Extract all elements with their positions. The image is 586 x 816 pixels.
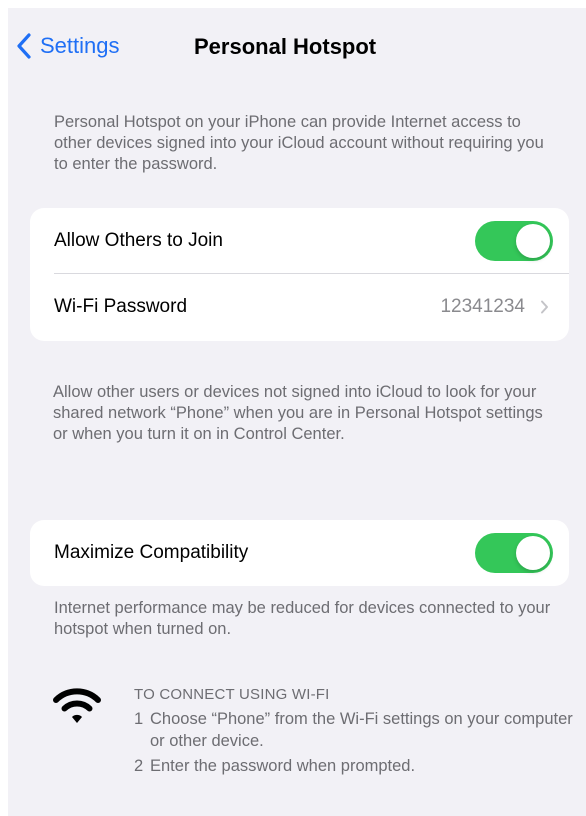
instruction-step: 1 Choose “Phone” from the Wi-Fi settings… — [134, 708, 574, 752]
settings-screen: Settings Personal Hotspot Personal Hotsp… — [8, 8, 586, 816]
allow-others-toggle[interactable] — [475, 221, 553, 261]
step-number: 2 — [134, 757, 144, 775]
allow-others-row: Allow Others to Join — [30, 208, 569, 274]
connect-heading: TO CONNECT USING WI-FI — [134, 686, 330, 703]
chevron-left-icon — [17, 33, 31, 59]
page-title: Personal Hotspot — [194, 34, 377, 59]
compatibility-group: Maximize Compatibility — [30, 520, 569, 586]
hotspot-settings-group: Allow Others to Join Wi-Fi Password 1234… — [30, 208, 569, 341]
connect-instructions: TO CONNECT USING WI-FI 1 Choose “Phone” … — [134, 684, 574, 780]
maximize-compatibility-row: Maximize Compatibility — [30, 520, 569, 586]
wifi-icon — [53, 688, 101, 723]
step-text: Enter the password when prompted. — [150, 757, 416, 775]
intro-description: Personal Hotspot on your iPhone can prov… — [54, 113, 544, 173]
maximize-compatibility-toggle[interactable] — [475, 533, 553, 573]
wifi-password-label: Wi-Fi Password — [54, 296, 188, 317]
navigation-bar: Settings Personal Hotspot — [8, 28, 586, 68]
allow-others-label: Allow Others to Join — [54, 230, 223, 251]
back-button[interactable]: Settings — [16, 28, 120, 64]
wifi-password-row[interactable]: Wi-Fi Password 12341234 — [30, 274, 569, 340]
wifi-password-value: 12341234 — [440, 296, 525, 317]
instruction-step: 2 Enter the password when prompted. — [134, 755, 574, 777]
step-number: 1 — [134, 710, 144, 728]
step-text: Choose “Phone” from the Wi-Fi settings o… — [150, 710, 573, 750]
allow-others-footer: Allow other users or devices not signed … — [53, 383, 543, 443]
toggle-knob — [516, 224, 550, 258]
chevron-right-icon — [541, 300, 548, 314]
toggle-knob — [516, 536, 550, 570]
maximize-compatibility-label: Maximize Compatibility — [54, 542, 249, 563]
performance-footer: Internet performance may be reduced for … — [54, 599, 551, 638]
back-label: Settings — [40, 33, 120, 58]
